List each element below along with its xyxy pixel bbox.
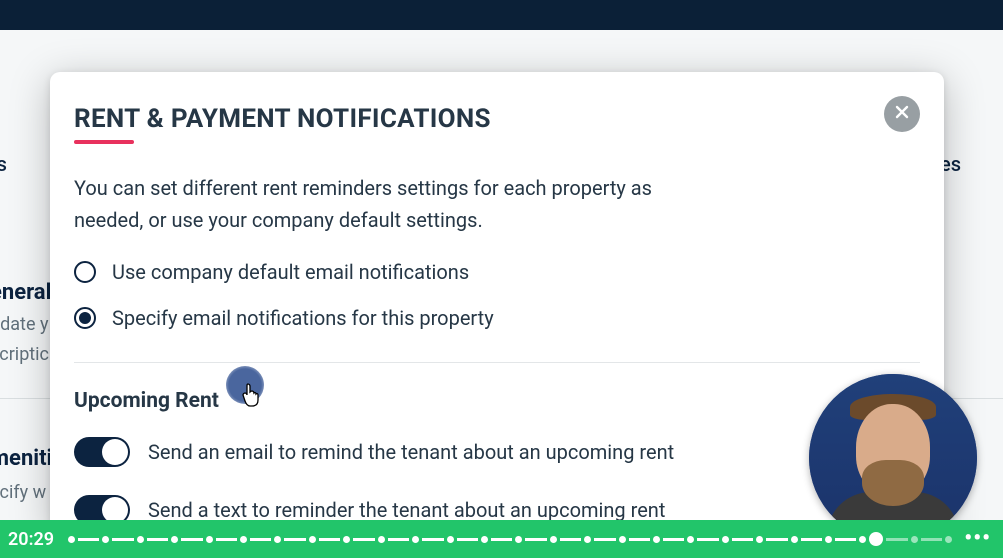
radio-use-company-default[interactable]: Use company default email notifications <box>74 260 920 284</box>
video-segment[interactable] <box>525 538 546 541</box>
page-top-strip <box>0 0 1003 30</box>
radio-group-notification-source: Use company default email notifications … <box>74 260 920 330</box>
video-chapter-marker[interactable] <box>171 536 178 543</box>
video-segment[interactable] <box>491 538 512 541</box>
video-time: 20:29 <box>8 529 54 550</box>
video-chapter-marker[interactable] <box>343 536 350 543</box>
video-controls-bar: 20:29 ••• <box>0 520 1003 558</box>
video-segment[interactable] <box>801 538 822 541</box>
bg-nav-item-left: ts <box>0 152 7 176</box>
toggle-list-upcoming-rent: Send an email to remind the tenant about… <box>74 437 920 525</box>
video-chapter-marker[interactable] <box>240 536 247 543</box>
toggle-email-reminder[interactable] <box>74 437 130 467</box>
modal-divider <box>74 362 920 363</box>
video-segment[interactable] <box>886 538 907 541</box>
close-icon <box>894 104 910 124</box>
modal-title: RENT & PAYMENT NOTIFICATIONS <box>74 104 491 134</box>
video-chapter-marker[interactable] <box>584 536 591 543</box>
radio-specify-for-property[interactable]: Specify email notifications for this pro… <box>74 306 920 330</box>
video-chapter-marker[interactable] <box>68 536 75 543</box>
video-segment[interactable] <box>216 538 237 541</box>
video-segment[interactable] <box>835 538 856 541</box>
video-chapter-marker[interactable] <box>550 536 557 543</box>
video-progress-track[interactable] <box>68 532 952 546</box>
video-chapter-marker[interactable] <box>378 536 385 543</box>
video-segment[interactable] <box>181 538 202 541</box>
bg-section-general-title: eneral <box>0 280 51 305</box>
video-segment[interactable] <box>732 538 753 541</box>
subsection-title-upcoming-rent: Upcoming Rent <box>74 389 920 413</box>
video-chapter-marker[interactable] <box>911 536 918 543</box>
video-segment[interactable] <box>697 538 718 541</box>
video-chapter-marker[interactable] <box>206 536 213 543</box>
video-segment[interactable] <box>353 538 374 541</box>
radio-icon <box>74 261 96 283</box>
video-segment[interactable] <box>284 538 305 541</box>
video-segment[interactable] <box>629 538 650 541</box>
video-segment[interactable] <box>388 538 409 541</box>
radio-label: Specify email notifications for this pro… <box>112 306 494 330</box>
video-chapter-marker[interactable] <box>945 536 952 543</box>
bg-section-amenities-desc: ecify w <box>0 482 46 503</box>
video-chapter-marker[interactable] <box>756 536 763 543</box>
video-chapter-marker[interactable] <box>102 536 109 543</box>
video-segment[interactable] <box>147 538 168 541</box>
video-chapter-marker[interactable] <box>515 536 522 543</box>
video-chapter-marker[interactable] <box>653 536 660 543</box>
video-chapter-marker[interactable] <box>859 536 866 543</box>
video-segment[interactable] <box>457 538 478 541</box>
toggle-row-email-reminder: Send an email to remind the tenant about… <box>74 437 920 467</box>
video-chapter-marker[interactable] <box>687 536 694 543</box>
video-more-button[interactable]: ••• <box>962 532 993 546</box>
video-chapter-marker[interactable] <box>274 536 281 543</box>
video-chapter-marker[interactable] <box>412 536 419 543</box>
modal-title-underline <box>74 140 134 144</box>
video-playhead[interactable] <box>869 532 883 546</box>
video-segment[interactable] <box>422 538 443 541</box>
video-segment[interactable] <box>594 538 615 541</box>
video-segment[interactable] <box>663 538 684 541</box>
close-button[interactable] <box>884 96 920 132</box>
toggle-label: Send an email to remind the tenant about… <box>148 440 674 464</box>
video-segment[interactable] <box>560 538 581 541</box>
video-segment[interactable] <box>319 538 340 541</box>
video-chapter-marker[interactable] <box>791 536 798 543</box>
video-segment[interactable] <box>250 538 271 541</box>
radio-icon <box>74 307 96 329</box>
video-chapter-marker[interactable] <box>447 536 454 543</box>
video-segment[interactable] <box>766 538 787 541</box>
app-root: ts es eneral pdate y scriptic menitie ec… <box>0 0 1003 558</box>
modal-description: You can set different rent reminders set… <box>74 172 714 236</box>
video-chapter-marker[interactable] <box>619 536 626 543</box>
bg-section-general-desc-l1: pdate y <box>0 314 48 335</box>
radio-label: Use company default email notifications <box>112 260 469 284</box>
toggle-label: Send a text to reminder the tenant about… <box>148 498 665 522</box>
bg-section-general-desc-l2: scriptic <box>0 344 49 365</box>
video-chapter-marker[interactable] <box>137 536 144 543</box>
video-chapter-marker[interactable] <box>481 536 488 543</box>
video-segment[interactable] <box>112 538 133 541</box>
video-segment[interactable] <box>78 538 99 541</box>
video-chapter-marker[interactable] <box>825 536 832 543</box>
presenter-webcam <box>809 374 977 542</box>
modal-header: RENT & PAYMENT NOTIFICATIONS <box>74 104 920 144</box>
video-chapter-marker[interactable] <box>309 536 316 543</box>
video-chapter-marker[interactable] <box>722 536 729 543</box>
video-segment[interactable] <box>921 538 942 541</box>
